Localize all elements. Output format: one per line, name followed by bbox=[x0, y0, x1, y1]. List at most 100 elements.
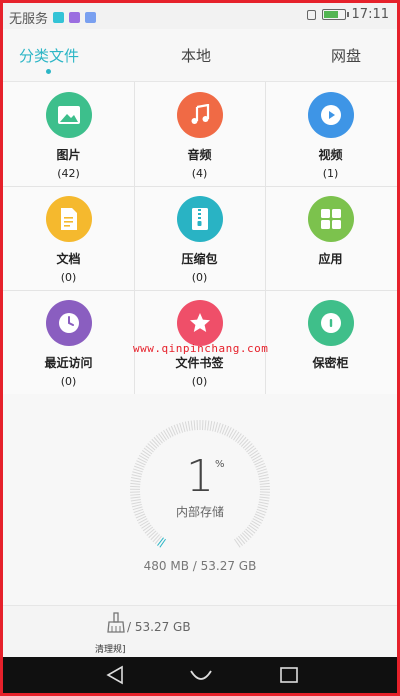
dial-tick bbox=[236, 537, 243, 546]
archive-icon bbox=[176, 196, 223, 242]
category-count: (1) bbox=[322, 167, 339, 180]
lock-icon bbox=[306, 9, 316, 20]
recent-apps-icon bbox=[280, 667, 298, 683]
dial-tick bbox=[155, 435, 163, 444]
safe-icon bbox=[307, 300, 354, 346]
tab-cloud-drive[interactable]: 网盘 bbox=[331, 45, 361, 66]
image-icon bbox=[45, 92, 92, 138]
category-label: 压缩包 bbox=[181, 252, 218, 266]
clock-time: 17:11 bbox=[351, 7, 389, 22]
category-apps[interactable]: 应用 bbox=[265, 186, 396, 290]
cleanup-bar[interactable]: / 53.27 GB 清理规] bbox=[3, 605, 397, 658]
storage-percent-sign: % bbox=[215, 459, 225, 470]
category-label: 应用 bbox=[318, 252, 343, 266]
dial-tick bbox=[181, 422, 186, 433]
app-notification-icon bbox=[53, 12, 65, 23]
dial-tick bbox=[148, 530, 157, 539]
dial-tick bbox=[207, 420, 210, 431]
dial-tick bbox=[237, 435, 245, 444]
status-bar: 无服务 17:11 bbox=[3, 3, 397, 29]
dial-tick bbox=[151, 438, 160, 447]
dial-tick bbox=[212, 421, 216, 432]
carrier-text: 无服务 bbox=[9, 12, 49, 27]
dial-tick bbox=[184, 421, 188, 432]
file-manager-screen: 无服务 17:11 分类文件 本地 网盘 图片 (42) 音频 (4) 视频 (… bbox=[3, 3, 397, 693]
category-video[interactable]: 视频 (1) bbox=[265, 82, 396, 186]
dial-tick bbox=[241, 532, 250, 541]
apps-icon bbox=[307, 196, 354, 242]
category-count: (0) bbox=[191, 271, 208, 284]
dial-tick bbox=[154, 535, 162, 545]
storage-usage: 480 MB / 53.27 GB bbox=[143, 559, 257, 573]
storage-label: 内部存储 bbox=[175, 505, 224, 519]
dial-tick bbox=[216, 422, 221, 433]
category-recent[interactable]: 最近访问 (0) bbox=[3, 290, 134, 394]
tab-local[interactable]: 本地 bbox=[181, 45, 211, 66]
category-archives[interactable]: 压缩包 (0) bbox=[134, 186, 265, 290]
dial-tick bbox=[179, 422, 184, 433]
cleanup-size-text: / 53.27 GB bbox=[127, 620, 191, 634]
video-icon bbox=[307, 92, 354, 138]
category-images[interactable]: 图片 (42) bbox=[3, 82, 134, 186]
dial-tick bbox=[239, 436, 247, 446]
dial-tick bbox=[146, 528, 155, 536]
dial-tick bbox=[209, 420, 213, 431]
category-label: 保密柜 bbox=[312, 356, 349, 370]
category-count: (42) bbox=[57, 167, 80, 180]
recent-apps-button[interactable] bbox=[269, 657, 309, 693]
watermark-text: www.qinpinchang.com bbox=[133, 342, 269, 355]
dial-tick bbox=[150, 532, 159, 541]
cleanup-label: 清理规] bbox=[95, 645, 126, 655]
dial-tick bbox=[239, 534, 248, 543]
category-label: 文档 bbox=[56, 252, 81, 266]
category-label: 视频 bbox=[318, 148, 343, 162]
dial-tick bbox=[144, 526, 154, 534]
category-label: 文件书签 bbox=[175, 356, 224, 370]
tab-categories[interactable]: 分类文件 bbox=[19, 45, 79, 66]
dial-tick bbox=[187, 420, 191, 431]
home-icon bbox=[190, 670, 212, 680]
category-count: (0) bbox=[60, 271, 77, 284]
dial-tick bbox=[159, 538, 166, 548]
category-label: 图片 bbox=[56, 148, 81, 162]
dial-tick bbox=[152, 534, 161, 543]
broom-icon bbox=[107, 612, 125, 633]
system-nav-bar bbox=[3, 657, 397, 693]
category-label: 音频 bbox=[187, 148, 212, 162]
back-button[interactable] bbox=[95, 657, 135, 693]
dial-tick bbox=[193, 420, 196, 431]
music-icon bbox=[176, 92, 223, 138]
category-label: 最近访问 bbox=[44, 356, 93, 370]
app-notification-icon bbox=[69, 12, 81, 23]
category-audio[interactable]: 音频 (4) bbox=[134, 82, 265, 186]
dial-tick bbox=[240, 438, 249, 447]
dial-tick bbox=[246, 526, 256, 534]
storage-percent: 1 bbox=[186, 451, 214, 502]
active-tab-indicator bbox=[46, 69, 51, 74]
category-count: (4) bbox=[191, 167, 208, 180]
dial-tick bbox=[238, 535, 246, 545]
star-icon bbox=[176, 300, 223, 346]
dial-tick bbox=[147, 443, 156, 451]
dial-tick bbox=[248, 524, 258, 532]
back-icon bbox=[106, 665, 123, 685]
category-count: (0) bbox=[60, 375, 77, 388]
dial-tick bbox=[190, 420, 193, 431]
clock-icon bbox=[45, 300, 92, 346]
document-icon bbox=[45, 196, 92, 242]
dial-tick bbox=[204, 420, 207, 431]
dial-tick bbox=[158, 433, 165, 442]
app-notification-icon bbox=[85, 12, 97, 23]
dial-tick bbox=[157, 537, 164, 546]
category-safe[interactable]: 保密柜 bbox=[265, 290, 396, 394]
home-button[interactable] bbox=[181, 657, 221, 693]
dial-tick bbox=[142, 524, 152, 532]
storage-panel[interactable]: 1 % 内部存储 480 MB / 53.27 GB bbox=[3, 395, 397, 605]
dial-tick bbox=[244, 443, 253, 451]
dial-tick bbox=[153, 436, 161, 446]
dial-tick bbox=[214, 422, 219, 433]
dial-tick bbox=[245, 528, 254, 536]
battery-icon bbox=[321, 9, 349, 20]
category-documents[interactable]: 文档 (0) bbox=[3, 186, 134, 290]
dial-tick bbox=[235, 433, 242, 442]
